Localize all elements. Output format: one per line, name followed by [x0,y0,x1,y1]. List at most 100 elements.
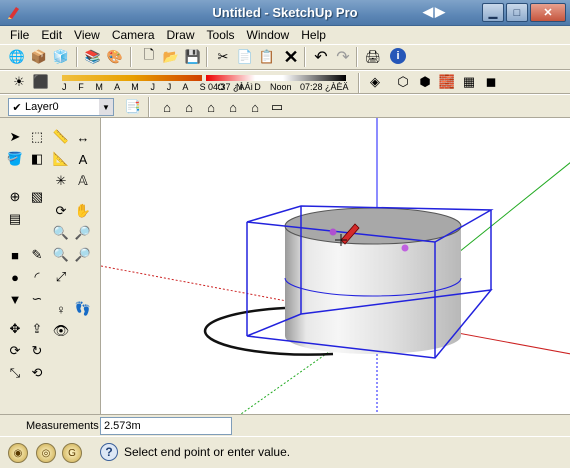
measurements-input[interactable]: 2.573m [100,417,232,435]
front-view-icon[interactable]: ⌂ [202,98,220,116]
push-pull-icon[interactable]: ⇪ [28,320,46,338]
month-slider[interactable] [62,75,202,81]
next-view-icon[interactable]: 🔎 [74,246,92,264]
left-view-icon[interactable]: ▭ [268,98,286,116]
geo-location-icon[interactable]: ◉ [8,443,28,463]
polygon-icon[interactable]: ▼ [6,290,24,308]
status-bar: ◉ ◎ G ? Select end point or enter value. [0,436,570,468]
redo-icon[interactable]: ↷ [334,48,352,66]
endpoint-marker [329,228,337,236]
orbit-icon[interactable]: ⟳ [52,202,70,220]
pencil-icon[interactable]: ✎ [28,246,46,264]
time-slider[interactable] [206,75,346,81]
rotate-icon[interactable]: ⟳ [6,342,24,360]
pan-icon[interactable]: ✋ [74,202,92,220]
right-view-icon[interactable]: ⌂ [224,98,242,116]
shaded-textures-icon[interactable]: ▦ [460,73,478,91]
open-file-icon[interactable]: 📂 [162,48,180,66]
component-icon[interactable]: 📚 [84,48,102,66]
eraser-icon[interactable]: ◧ [28,150,46,168]
cylinder-top-face[interactable] [284,207,462,245]
shadow-settings-icon[interactable]: ☀ [10,73,28,91]
shaded-icon[interactable]: 🧱 [438,73,456,91]
measurements-label: Measurements [26,420,99,432]
menu-camera[interactable]: Camera [106,28,161,42]
copy-icon[interactable]: 📄 [236,48,254,66]
text-icon[interactable]: A [74,150,92,168]
get-models-icon[interactable]: 🌐 [8,48,26,66]
erase-icon[interactable]: ✕ [282,47,300,67]
zoom-extents-icon[interactable]: ⤢ [52,268,70,286]
monochrome-icon[interactable]: ◼ [482,73,500,91]
protractor-icon[interactable]: 📐 [52,150,70,168]
layer-name: Layer0 [25,101,59,113]
circle-icon[interactable]: ● [6,268,24,286]
back-view-icon[interactable]: ⌂ [246,98,264,116]
section-plane-icon[interactable]: ▧ [28,188,46,206]
menu-tools[interactable]: Tools [201,28,241,42]
materials-icon[interactable]: 🎨 [106,48,124,66]
menu-edit[interactable]: Edit [35,28,68,42]
tape-measure-icon[interactable]: 📏 [52,128,70,146]
arc-icon[interactable]: ◜ [28,268,46,286]
save-icon[interactable]: 💾 [184,48,202,66]
iso-view-icon[interactable]: ⌂ [158,98,176,116]
print-icon[interactable]: 🖨 [364,48,382,66]
move-icon[interactable]: ✥ [6,320,24,338]
help-icon[interactable]: ? [100,443,118,461]
left-arrow-icon[interactable]: ◀ [423,4,433,20]
scale-icon[interactable]: ⤡ [6,364,24,382]
freehand-icon[interactable]: ∽ [28,290,46,308]
check-icon: ✔ [12,101,22,114]
model-canvas[interactable] [101,118,570,414]
model-info-icon[interactable]: i [390,48,406,64]
menu-view[interactable]: View [68,28,106,42]
position-camera-tool-icon[interactable]: ♀ [52,300,70,318]
follow-me-icon[interactable]: ↻ [28,342,46,360]
minimize-button[interactable]: ▁ [482,3,504,22]
hidden-line-icon[interactable]: ⬢ [416,73,434,91]
xray-icon[interactable]: ◈ [366,73,384,91]
make-component-icon[interactable]: ⬚ [28,128,46,146]
credits-icon[interactable]: ◎ [36,443,56,463]
right-arrow-icon[interactable]: ▶ [435,4,445,20]
drawing-area[interactable] [100,118,570,414]
dimension-icon[interactable]: ↔ [74,128,92,146]
zoom-icon[interactable]: 🔍 [52,224,70,242]
3d-text-icon[interactable]: 𝔸 [74,172,92,190]
display-shadows-icon[interactable]: ⬛ [32,73,50,91]
measurements-bar: Measurements 2.573m [0,414,570,436]
menu-window[interactable]: Window [241,28,296,42]
select-icon[interactable]: ➤ [6,128,24,146]
new-file-icon[interactable]: 🗋 [140,47,158,66]
paste-icon[interactable]: 📋 [258,48,276,66]
zoom-window-icon[interactable]: 🔎 [74,224,92,242]
close-button[interactable]: ✕ [530,3,566,22]
axes-icon[interactable]: ✳ [52,172,70,190]
endpoint-marker-2 [401,244,409,252]
offset-icon[interactable]: ⟲ [28,364,46,382]
rectangle-icon[interactable]: ■ [6,246,24,264]
cut-icon[interactable]: ✂ [214,48,232,66]
walk-icon[interactable]: ▤ [6,210,24,228]
position-camera-icon[interactable]: ⊕ [6,188,24,206]
user-icon[interactable]: G [62,443,82,463]
wireframe-icon[interactable]: ⬡ [394,73,412,91]
look-around-icon[interactable]: 👁 [52,322,70,340]
menu-file[interactable]: File [4,28,35,42]
undo-icon[interactable]: ↶ [312,48,330,66]
top-view-icon[interactable]: ⌂ [180,98,198,116]
menu-draw[interactable]: Draw [161,28,201,42]
tool-palette: ➤ ⬚ 🪣 ◧ ⊕ ▧ ▤ ■ ✎ ● ◜ ▼ ∽ ✥ ⇪ ⟳ ↻ ⤡ ⟲ 📏 … [0,118,100,414]
menu-help[interactable]: Help [295,28,332,42]
chevron-down-icon[interactable]: ▼ [99,99,113,115]
standard-toolbar: 🌐 📦 🧊 📚 🎨 🗋 📂 💾 ✂ 📄 📋 ✕ ↶ ↷ 🖨 i [0,44,570,70]
layer-manager-icon[interactable]: 📑 [124,98,142,116]
maximize-button[interactable]: □ [506,3,528,22]
layer-dropdown[interactable]: ✔ Layer0 ▼ [8,98,114,116]
previous-view-icon[interactable]: 🔍 [52,246,70,264]
walk-tool-icon[interactable]: 👣 [74,300,92,318]
share-component-icon[interactable]: 🧊 [52,48,70,66]
share-model-icon[interactable]: 📦 [30,48,48,66]
paint-bucket-icon[interactable]: 🪣 [6,150,24,168]
